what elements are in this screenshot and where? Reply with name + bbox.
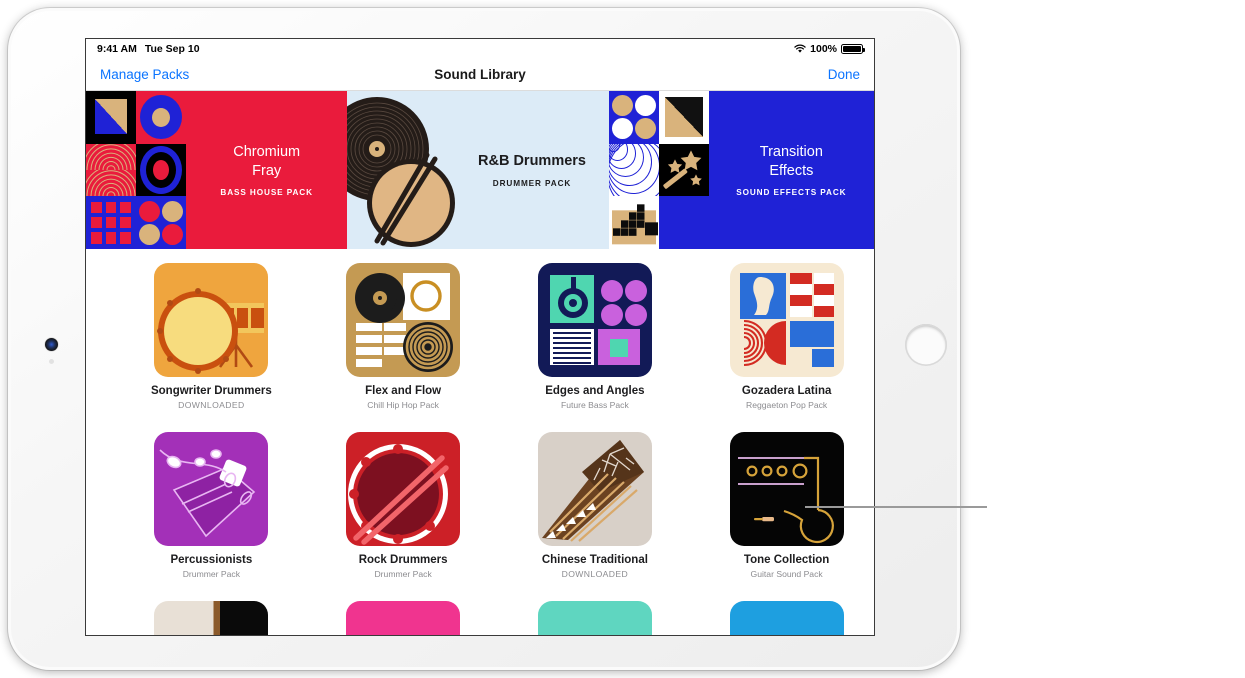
pack-tile-chinese-traditional[interactable]: Chinese Traditional DOWNLOADED xyxy=(508,432,683,579)
pack-name: Rock Drummers xyxy=(358,554,448,566)
banner-artwork-chromium-fray xyxy=(86,91,186,249)
pack-artwork-guzheng xyxy=(537,432,652,546)
ipad-screen: 9:41 AM Tue Sep 10 100% Manage Packs Sou… xyxy=(85,38,875,636)
pack-status: Guitar Sound Pack xyxy=(750,569,823,579)
pack-status: Reggaeton Pop Pack xyxy=(746,400,828,410)
pack-name: Gozadera Latina xyxy=(741,385,832,397)
manage-packs-button[interactable]: Manage Packs xyxy=(100,67,189,82)
pack-artwork-partial xyxy=(537,601,652,635)
done-button[interactable]: Done xyxy=(828,67,860,82)
banner-title: R&B Drummers xyxy=(478,153,586,170)
banner-artwork-transition-effects xyxy=(608,91,709,249)
featured-banners: Chromium Fray BASS HOUSE PACK R&B Drumme… xyxy=(86,91,874,249)
pack-artwork-partial xyxy=(154,601,269,635)
banner-transition-effects[interactable]: Transition Effects SOUND EFFECTS PACK xyxy=(608,91,874,249)
ambient-sensor-icon xyxy=(49,359,54,364)
status-date: Tue Sep 10 xyxy=(144,43,200,55)
banner-subtitle: DRUMMER PACK xyxy=(492,178,572,188)
pack-tile-rock-drummers[interactable]: Rock Drummers Drummer Pack xyxy=(316,432,491,579)
banner-subtitle: BASS HOUSE PACK xyxy=(220,188,313,198)
pack-artwork-drum-kit xyxy=(154,263,269,377)
banner-title-line1: Chromium xyxy=(233,143,301,160)
pack-artwork-latin-blocks xyxy=(729,263,844,377)
battery-icon xyxy=(841,44,866,54)
pack-status: DOWNLOADED xyxy=(561,569,629,579)
pack-row-partial xyxy=(86,601,874,635)
pack-status: DOWNLOADED xyxy=(178,400,245,410)
status-bar: 9:41 AM Tue Sep 10 100% xyxy=(86,39,874,59)
banner-title-line1: Transition xyxy=(759,143,823,160)
status-time: 9:41 AM xyxy=(97,43,137,55)
pack-name: Flex and Flow xyxy=(365,385,442,397)
pack-tile-partial[interactable] xyxy=(124,601,299,635)
page-title: Sound Library xyxy=(434,67,526,82)
pack-tile-partial[interactable] xyxy=(508,601,683,635)
banner-chromium-fray[interactable]: Chromium Fray BASS HOUSE PACK xyxy=(86,91,348,249)
pack-tile-gozadera-latina[interactable]: Gozadera Latina Reggaeton Pop Pack xyxy=(699,263,874,410)
pack-artwork-partial xyxy=(346,601,461,635)
banner-title-line2: Effects xyxy=(769,163,814,179)
pack-name: Songwriter Drummers xyxy=(150,385,272,397)
pack-status: Drummer Pack xyxy=(374,569,432,579)
callout-line xyxy=(805,506,987,508)
pack-status: Chill Hip Hop Pack xyxy=(367,400,439,410)
battery-percent-label: 100% xyxy=(810,43,837,55)
pack-artwork-snare-sticks xyxy=(346,432,461,546)
pack-name: Tone Collection xyxy=(743,554,830,566)
pack-status: Future Bass Pack xyxy=(560,400,629,410)
home-button[interactable] xyxy=(905,324,947,366)
pack-name: Percussionists xyxy=(170,554,253,566)
pack-artwork-turntable xyxy=(346,263,461,377)
front-camera-icon xyxy=(45,338,58,351)
pack-status: Drummer Pack xyxy=(182,569,241,579)
banner-title-line2: Fray xyxy=(252,163,282,179)
pack-tile-partial[interactable] xyxy=(316,601,491,635)
sound-pack-grid: Songwriter Drummers DOWNLOADED Flex and … xyxy=(86,249,874,635)
screenshot-root: 9:41 AM Tue Sep 10 100% Manage Packs Sou… xyxy=(0,0,1245,678)
wifi-icon xyxy=(794,44,806,54)
pack-artwork-partial xyxy=(729,601,844,635)
banner-rb-drummers[interactable]: R&B Drummers DRUMMER PACK xyxy=(347,91,609,249)
pack-tile-percussionists[interactable]: Percussionists Drummer Pack xyxy=(124,432,299,579)
pack-row: Songwriter Drummers DOWNLOADED Flex and … xyxy=(86,263,874,410)
pack-row: Percussionists Drummer Pack Rock Drummer… xyxy=(86,432,874,579)
pack-artwork-congas xyxy=(154,432,269,546)
pack-tile-partial[interactable] xyxy=(699,601,874,635)
pack-artwork-amp-cable xyxy=(729,432,844,546)
pack-tile-edges-and-angles[interactable]: Edges and Angles Future Bass Pack xyxy=(508,263,683,410)
navigation-bar: Manage Packs Sound Library Done xyxy=(86,59,874,91)
pack-tile-songwriter-drummers[interactable]: Songwriter Drummers DOWNLOADED xyxy=(124,263,299,410)
pack-artwork-headphones xyxy=(537,263,652,377)
pack-name: Edges and Angles xyxy=(545,385,645,397)
banner-artwork-rb-drummers xyxy=(347,91,456,249)
pack-name: Chinese Traditional xyxy=(541,554,648,566)
banner-subtitle: SOUND EFFECTS PACK xyxy=(736,188,847,198)
pack-tile-flex-and-flow[interactable]: Flex and Flow Chill Hip Hop Pack xyxy=(316,263,491,410)
